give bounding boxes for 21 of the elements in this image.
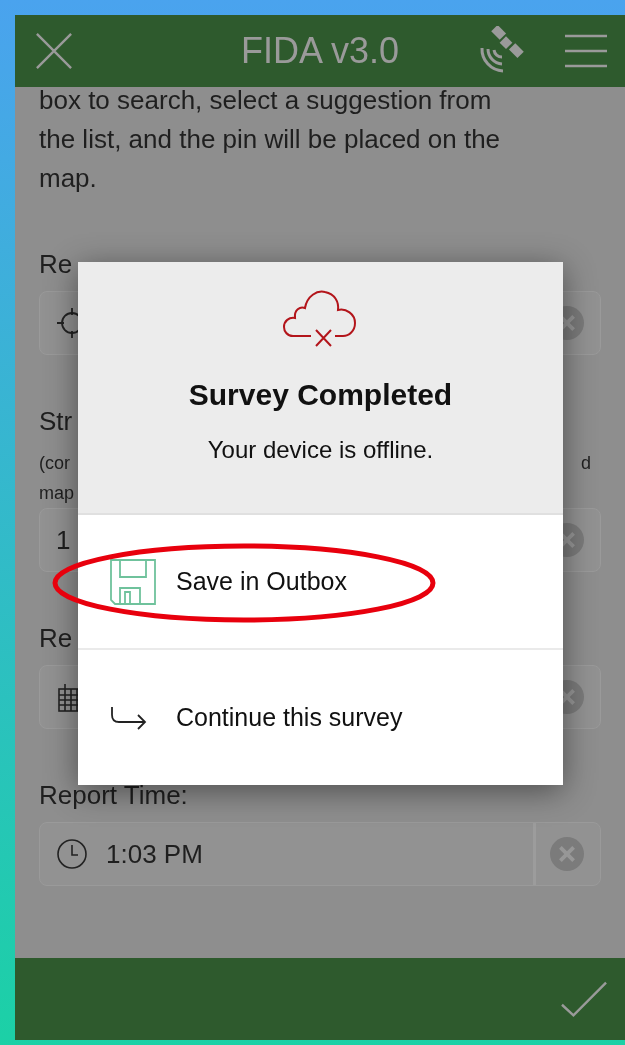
forward-arrow-icon [110,704,148,731]
field-label: Re [39,623,73,653]
input-field[interactable]: 1:03 PM [39,822,601,886]
field-hint: (cor [39,452,70,475]
dialog-action[interactable]: Save in Outbox [78,515,563,650]
dialog-message: Your device is offline. [207,436,434,464]
field-label: Re [39,249,73,279]
field-label: Str [39,406,73,436]
field-hint: d [581,452,591,475]
submit-check-icon[interactable] [561,981,607,1017]
field-hint: map [39,482,74,505]
menu-icon[interactable] [565,34,607,68]
app-title: FIDA v3.0 [240,30,400,72]
field-value: 1 [56,524,71,556]
dialog-action[interactable]: Continue this survey [78,650,563,785]
dialog-title: Survey Completed [188,378,453,412]
close-icon[interactable] [35,32,73,70]
clock-icon [56,838,88,870]
cloud-offline-icon [282,288,359,348]
instruction-text: box to search, select a suggestion from the list, and the pin will be placed on the map. [39,84,502,195]
field-value: 1:03 PM [106,838,203,870]
